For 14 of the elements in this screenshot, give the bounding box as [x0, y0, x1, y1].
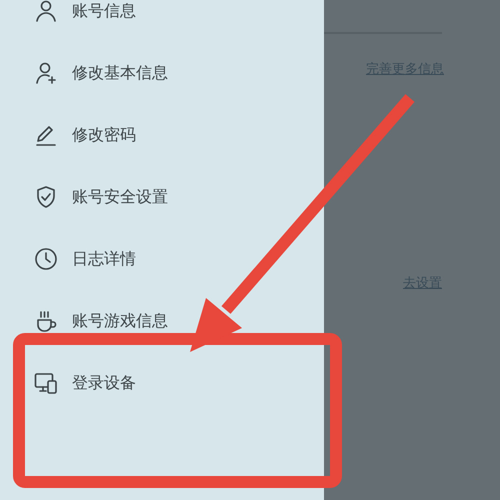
menu-item[interactable]: 修改基本信息 [0, 42, 324, 104]
menu-item[interactable]: 登录设备 [0, 352, 324, 414]
menu-item[interactable]: 账号游戏信息 [0, 290, 324, 352]
menu-item[interactable]: 账号信息 [0, 0, 324, 42]
shield-icon [34, 185, 58, 209]
menu-item[interactable]: 修改密码 [0, 104, 324, 166]
person-icon [34, 0, 58, 23]
pen-icon [34, 123, 58, 147]
devices-icon [34, 371, 58, 395]
cup-icon [34, 309, 58, 333]
person-plus-icon [34, 61, 58, 85]
menu-item[interactable]: 日志详情 [0, 228, 324, 290]
menu-item[interactable]: 账号安全设置 [0, 166, 324, 228]
clock-icon [34, 247, 58, 271]
